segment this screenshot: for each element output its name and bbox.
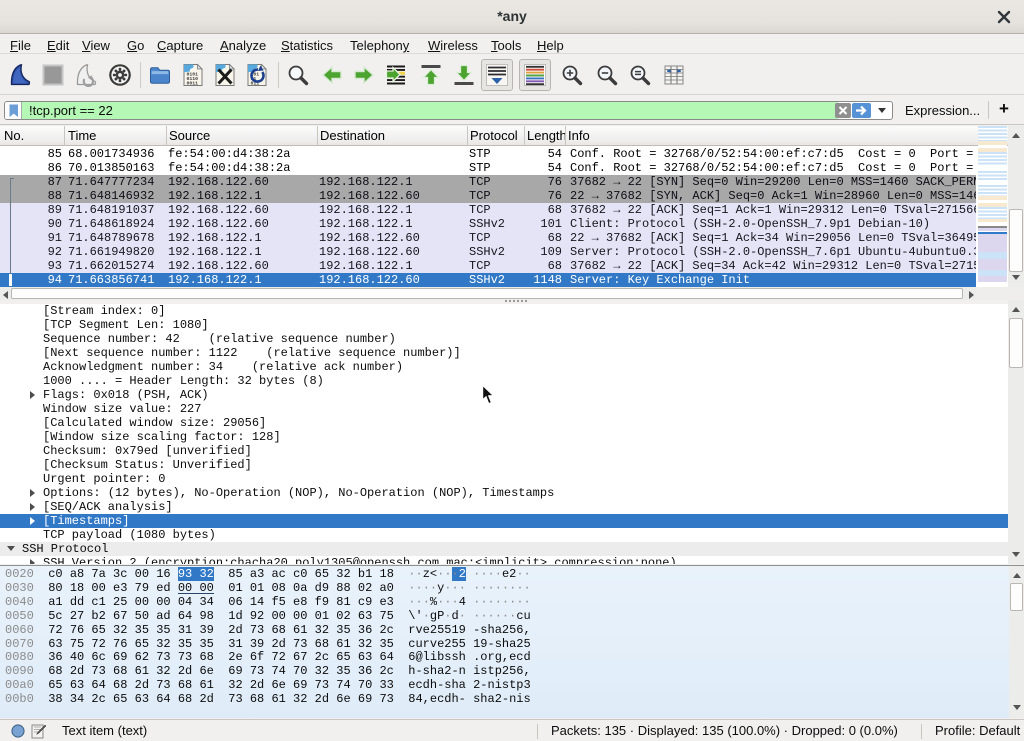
svg-text:0011: 0011 — [187, 81, 199, 87]
